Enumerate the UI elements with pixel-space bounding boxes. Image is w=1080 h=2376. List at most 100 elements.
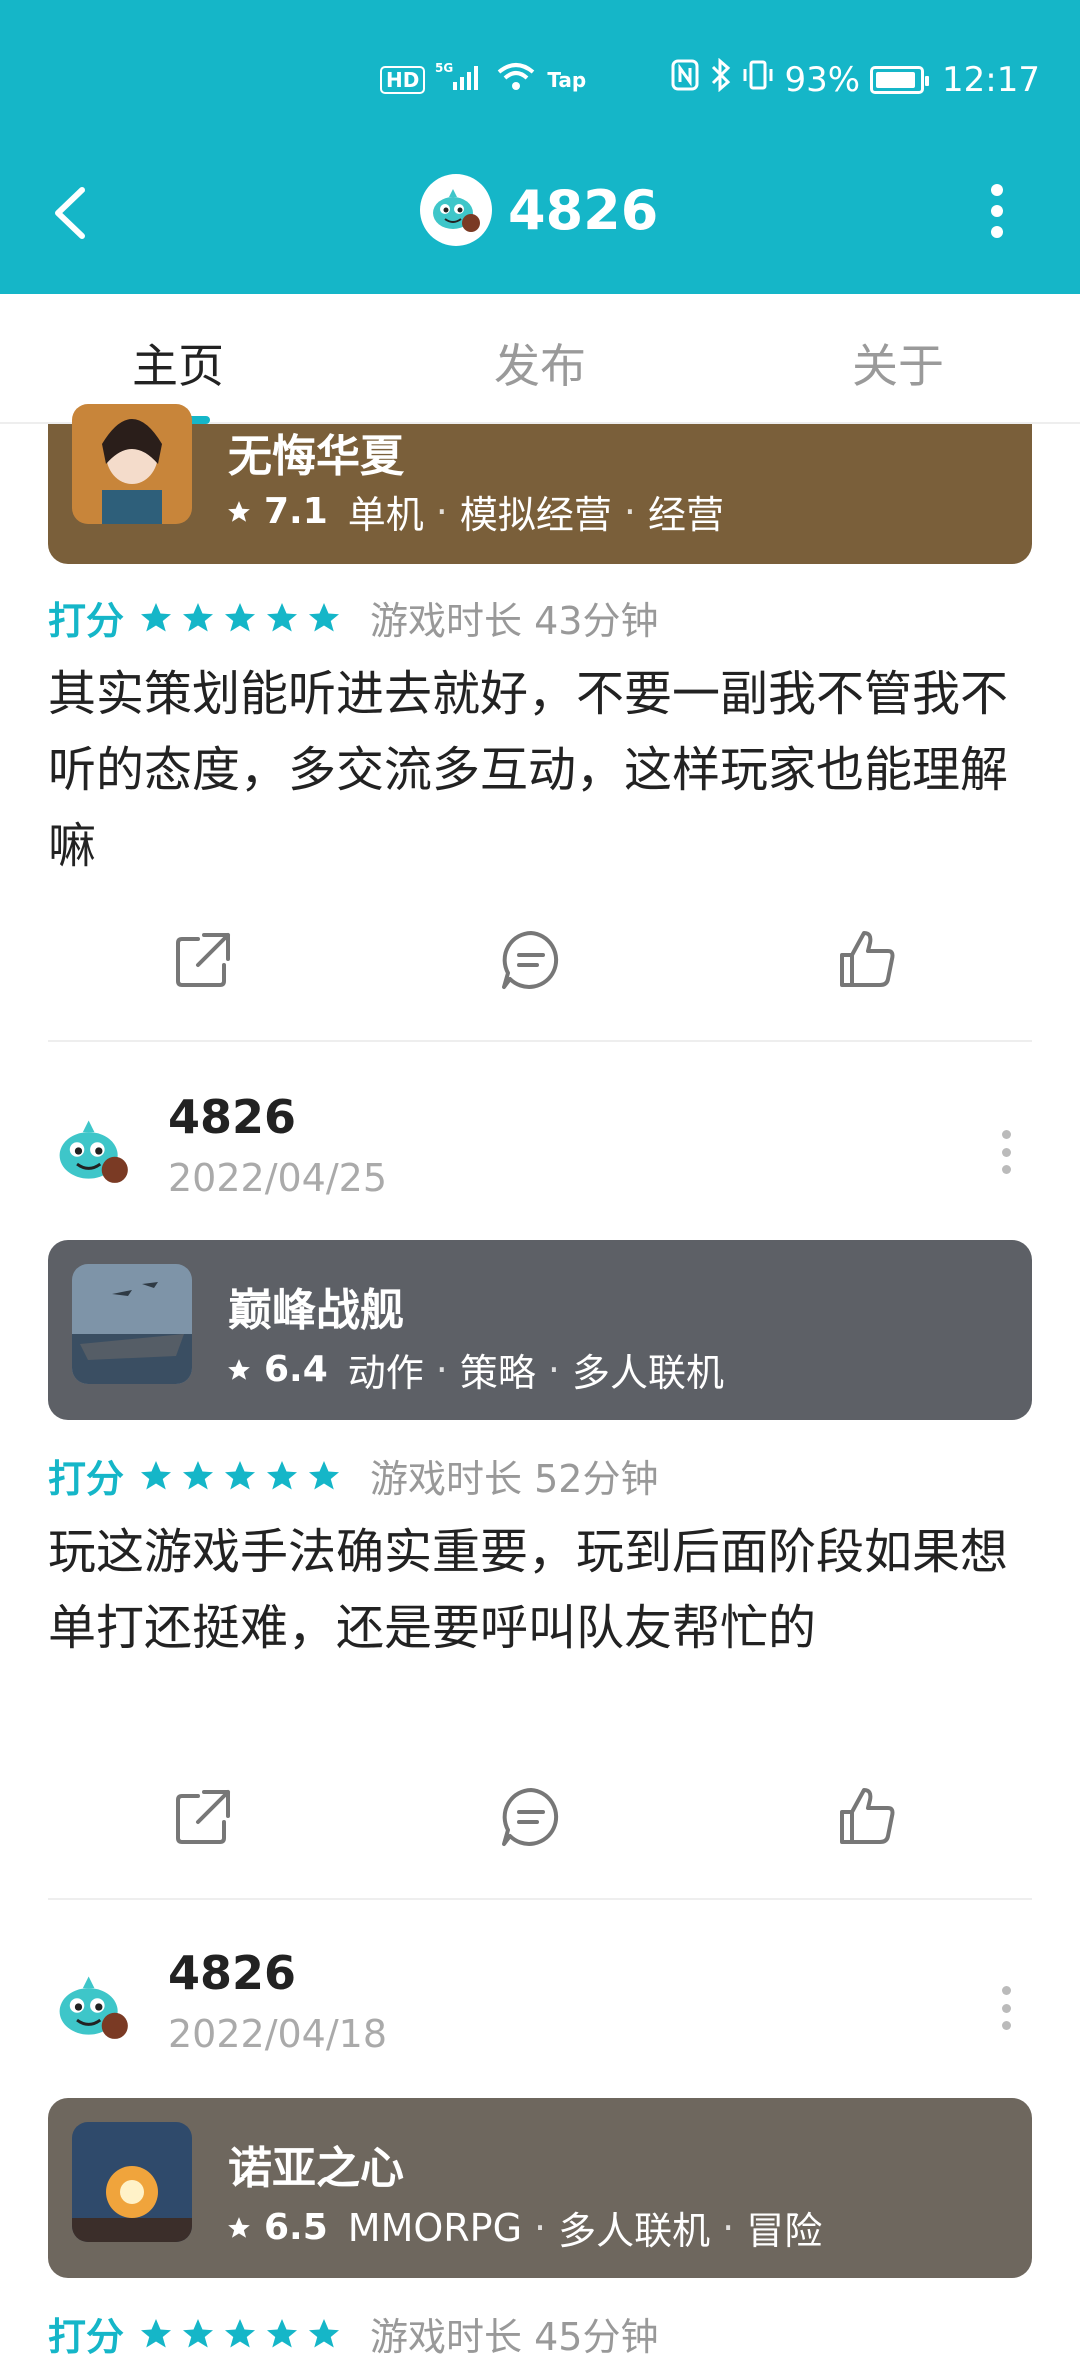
star-icon	[183, 602, 214, 631]
star-icon	[226, 2206, 252, 2250]
comment-icon	[502, 931, 559, 989]
post-header: 4826 2022/04/18	[48, 1946, 1032, 2066]
star-icon	[267, 1460, 298, 1489]
star-icon	[225, 602, 256, 631]
game-thumbnail	[72, 1264, 192, 1384]
system-indicators: 93% 12:17	[670, 57, 1040, 101]
game-tag: 单机	[347, 493, 424, 537]
star-icon	[183, 2318, 214, 2347]
more-dot	[991, 205, 1003, 217]
post-date: 2022/04/25	[168, 1156, 388, 1200]
more-dot	[1002, 1147, 1011, 1157]
playtime: 游戏时长 45分钟	[370, 2315, 659, 2359]
post-more-button[interactable]	[1002, 1130, 1012, 1174]
vibrate-icon	[742, 58, 774, 101]
star-icon	[309, 602, 340, 631]
more-dot	[991, 184, 1003, 196]
game-tag: 动作	[347, 1351, 424, 1395]
star-icon	[226, 1348, 252, 1392]
more-dot	[991, 226, 1003, 238]
tag-separator: ·	[547, 1347, 560, 1392]
more-dot	[1002, 1165, 1011, 1174]
star-icon	[225, 2318, 256, 2347]
game-tag: 冒险	[746, 2209, 823, 2253]
game-card[interactable]: 巅峰战舰 6.4 动作 · 策略 · 多人联机	[48, 1240, 1032, 1420]
star-icon	[267, 602, 298, 631]
rating-label: 打分	[48, 599, 125, 643]
star-icon	[225, 1460, 256, 1489]
review-text: 其实策划能听进去就好，不要一副我不管我不听的态度，多交流多互动，这样玩家也能理解…	[48, 666, 1009, 874]
game-meta: 6.5 MMORPG · 多人联机 · 冒险	[226, 2200, 822, 2255]
star-rating	[138, 2316, 342, 2352]
post-more-button[interactable]	[1002, 1986, 1012, 2030]
game-tag: 模拟经营	[459, 493, 612, 537]
star-rating	[138, 600, 342, 636]
comment-button[interactable]	[496, 1782, 566, 1852]
star-icon	[183, 1460, 214, 1489]
more-dot	[1002, 1986, 1011, 1995]
post-actions	[0, 925, 1080, 1005]
wifi-tag: Tap	[547, 67, 587, 92]
post-username[interactable]: 4826	[168, 1090, 296, 1144]
game-tag: 多人联机	[558, 2209, 711, 2253]
more-dot	[1002, 1130, 1011, 1139]
game-name: 无悔华夏	[228, 431, 404, 482]
avatar[interactable]	[48, 1106, 138, 1196]
playtime: 游戏时长 52分钟	[370, 1457, 659, 1501]
comment-button[interactable]	[496, 925, 566, 995]
star-icon	[141, 602, 172, 631]
playtime: 游戏时长 43分钟	[370, 599, 659, 643]
more-options-button[interactable]	[982, 184, 1012, 238]
wifi-icon	[495, 60, 537, 99]
like-button[interactable]	[832, 1782, 902, 1852]
post-divider	[48, 1040, 1032, 1042]
battery-percent: 93%	[784, 59, 861, 100]
tag-separator: ·	[435, 489, 448, 534]
avatar[interactable]	[48, 1962, 138, 2052]
share-button[interactable]	[168, 925, 238, 995]
tag-separator: ·	[534, 2205, 547, 2250]
star-icon	[309, 1460, 340, 1489]
star-rating	[138, 1458, 342, 1494]
post-actions	[0, 1782, 1080, 1862]
thumbs-up-icon	[840, 1788, 895, 1844]
tab-publish[interactable]: 发布	[494, 330, 586, 396]
more-dot	[1002, 2021, 1011, 2030]
clock: 12:17	[942, 59, 1040, 100]
star-icon	[309, 2318, 340, 2347]
tab-home[interactable]: 主页	[132, 330, 224, 396]
star-icon	[141, 2318, 172, 2347]
more-dot	[1002, 2003, 1011, 2013]
mascot-icon	[433, 189, 480, 232]
game-tag: MMORPG	[347, 2205, 523, 2250]
game-tag: 多人联机	[572, 1351, 725, 1395]
share-button[interactable]	[168, 1782, 238, 1852]
comment-icon	[502, 1788, 559, 1846]
mascot-icon	[59, 1120, 128, 1183]
app-header: HD 5G Tap 93% 12:17 4826	[0, 0, 1080, 294]
star-icon	[267, 2318, 298, 2347]
back-button[interactable]	[44, 178, 94, 248]
game-name: 巅峰战舰	[228, 1285, 404, 1336]
tag-separator: ·	[623, 489, 636, 534]
game-meta: 6.4 动作 · 策略 · 多人联机	[226, 1342, 724, 1397]
star-icon	[141, 1460, 172, 1489]
bluetooth-icon	[710, 57, 732, 101]
game-thumbnail	[72, 2122, 192, 2242]
thumbs-up-icon	[840, 931, 895, 987]
review-text: 玩这游戏手法确实重要，玩到后面阶段如果想单打还挺难，还是要呼叫队友帮忙的	[48, 1524, 1009, 1656]
svg-text:5G: 5G	[435, 61, 453, 75]
share-icon	[176, 933, 230, 987]
game-card[interactable]: 诺亚之心 6.5 MMORPG · 多人联机 · 冒险	[48, 2098, 1032, 2278]
rating-label: 打分	[48, 2315, 125, 2359]
like-button[interactable]	[832, 925, 902, 995]
post-username[interactable]: 4826	[168, 1946, 296, 2000]
network-indicators: HD 5G Tap	[380, 60, 586, 99]
tag-separator: ·	[435, 1347, 448, 1392]
rating-label: 打分	[48, 1457, 125, 1501]
tag-separator: ·	[722, 2205, 735, 2250]
tab-about[interactable]: 关于	[852, 330, 944, 396]
post-header: 4826 2022/04/25	[48, 1090, 1032, 1210]
game-card[interactable]: 无悔华夏 7.1 单机 · 模拟经营 · 经营	[48, 404, 1032, 564]
game-rating: 6.4	[264, 1349, 328, 1390]
